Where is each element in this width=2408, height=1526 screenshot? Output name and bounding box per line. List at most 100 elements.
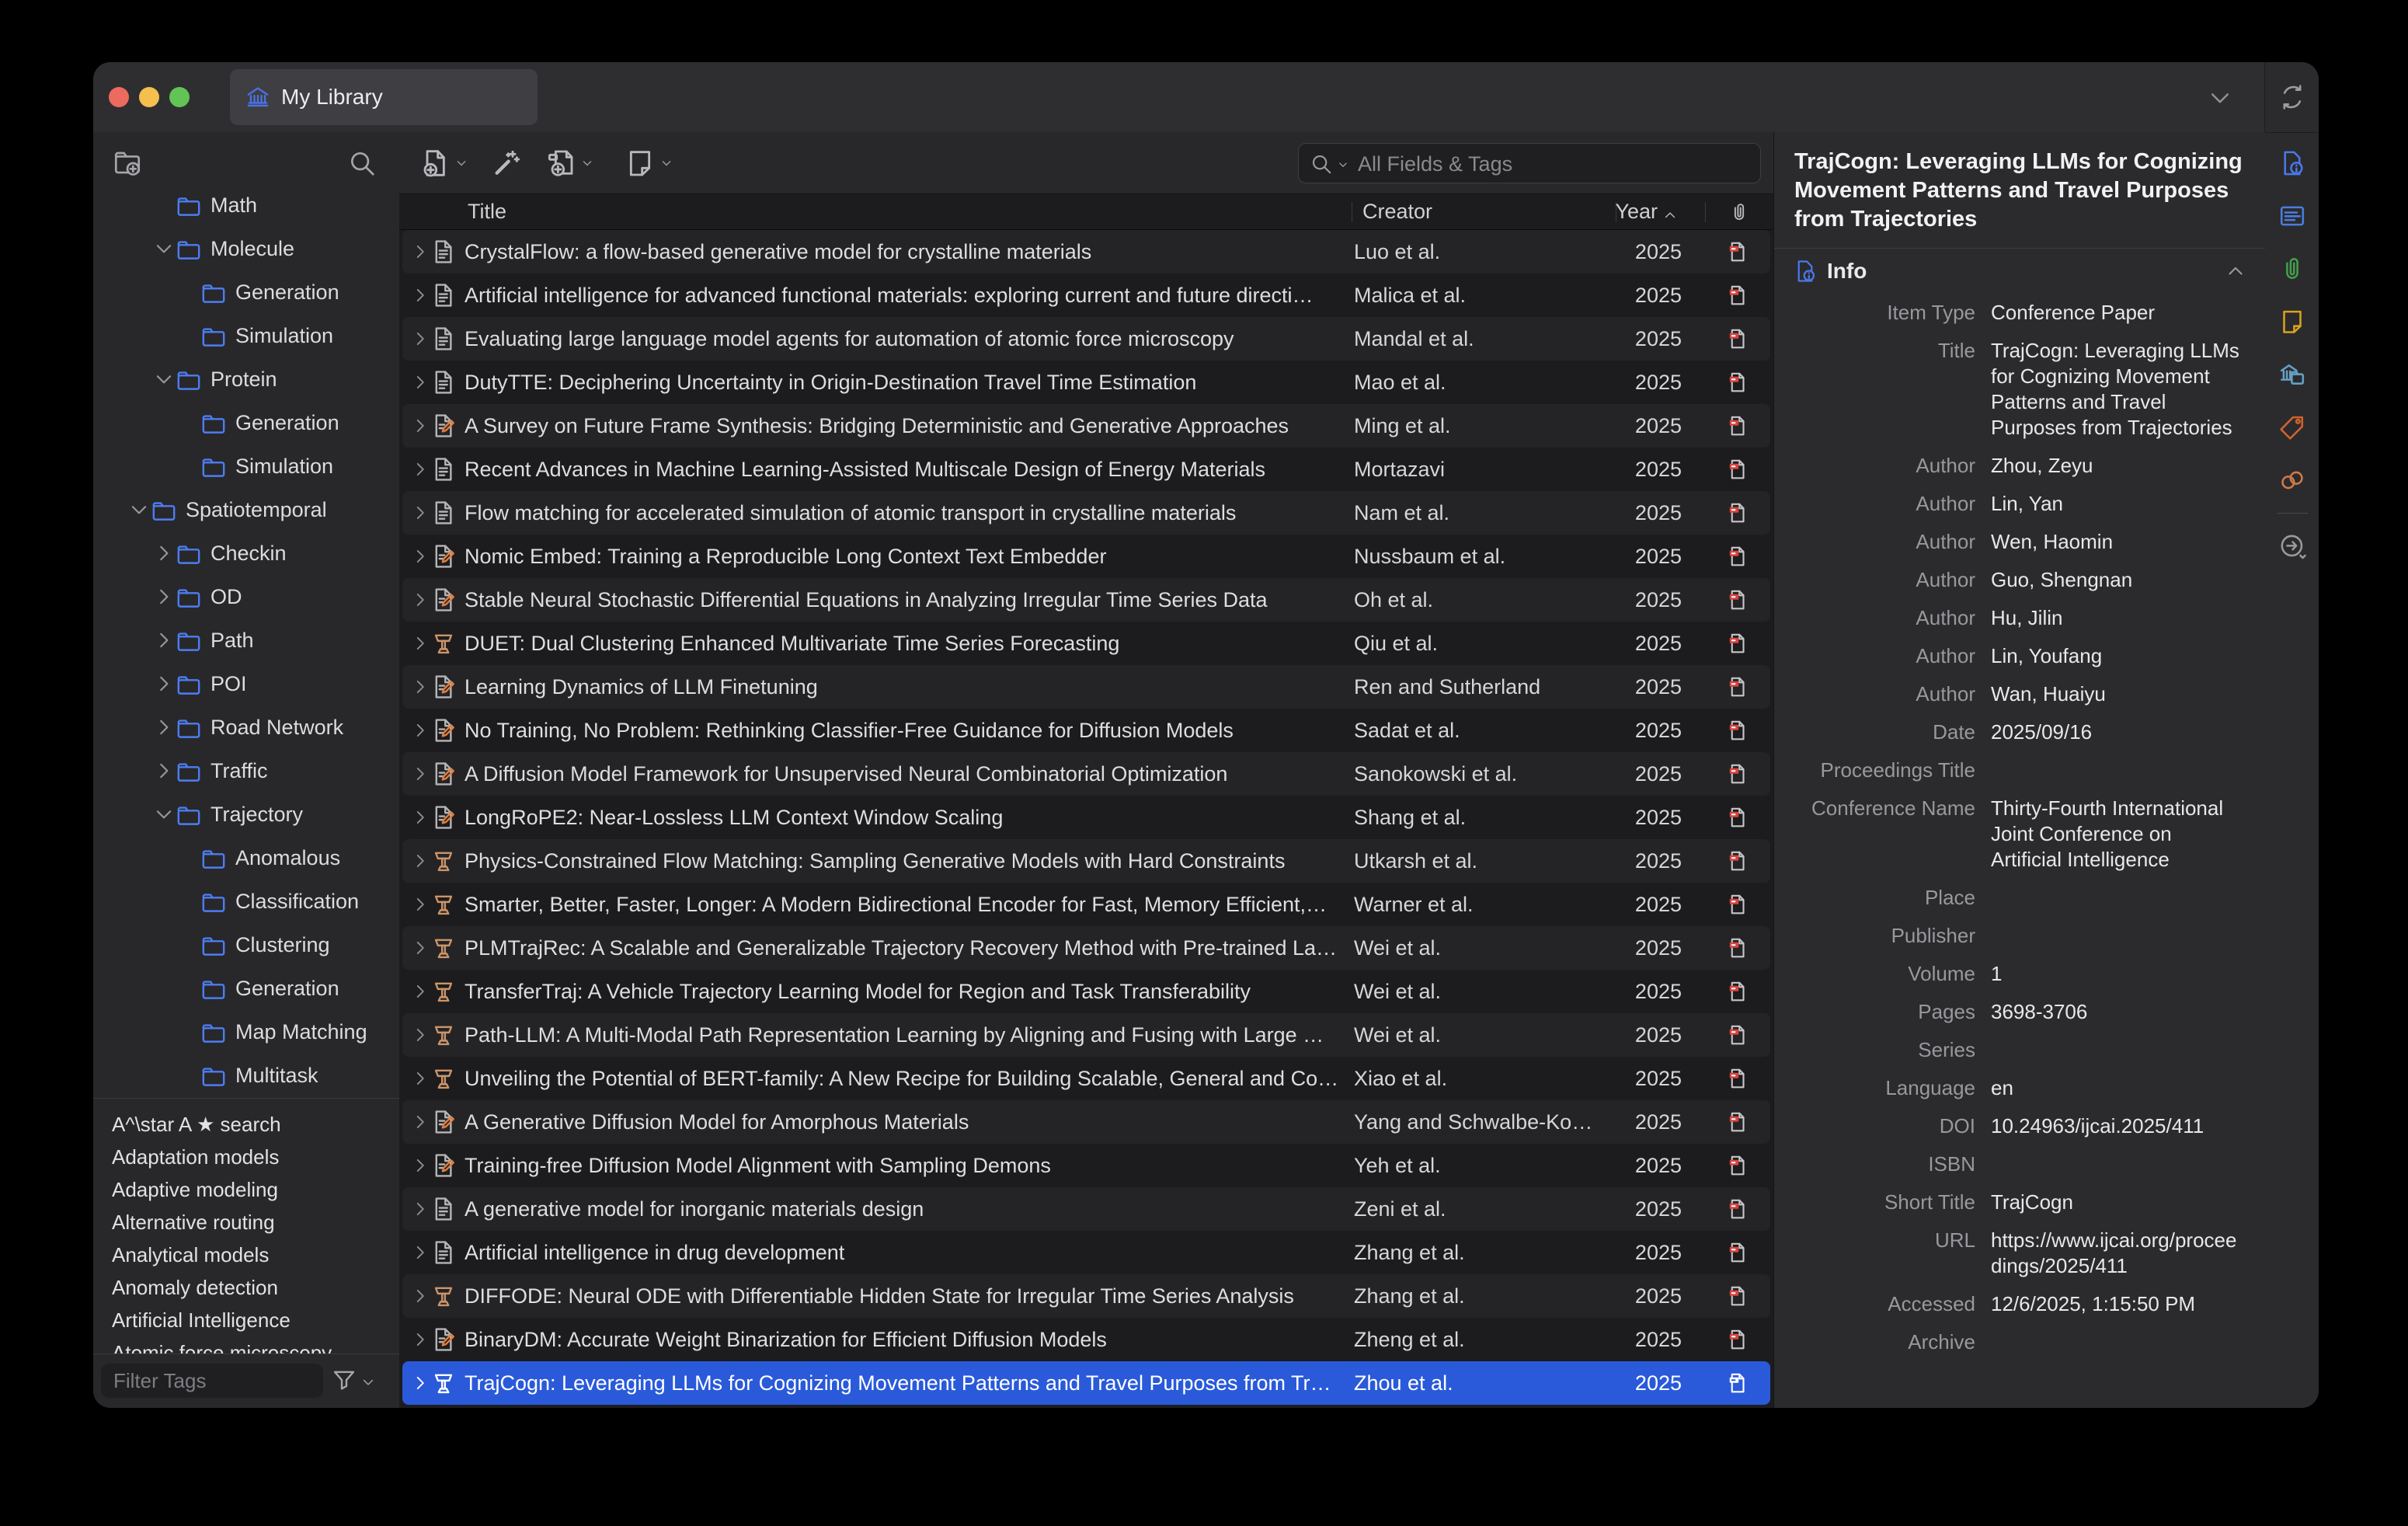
collapse-item-pane-icon[interactable] [2206, 84, 2234, 112]
sidebar-collection-generation[interactable]: Generation [93, 401, 399, 444]
row-twisty-icon[interactable] [410, 1200, 430, 1218]
field-value-proceedings-title[interactable] [1991, 758, 2246, 783]
row-twisty-icon[interactable] [410, 1244, 430, 1261]
item-row[interactable]: LongRoPE2: Near-Lossless LLM Context Win… [402, 796, 1770, 839]
field-value-author[interactable]: Lin, Yan [1991, 491, 2246, 517]
row-twisty-icon[interactable] [410, 678, 430, 695]
item-row[interactable]: Unveiling the Potential of BERT-family: … [402, 1057, 1770, 1100]
tree-twisty-icon[interactable] [152, 587, 176, 607]
row-twisty-icon[interactable] [410, 1113, 430, 1131]
tag-item[interactable]: Alternative routing [93, 1206, 399, 1239]
tag-item[interactable]: Anomaly detection [93, 1271, 399, 1304]
field-value-date[interactable]: 2025/09/16 [1991, 719, 2246, 745]
tree-twisty-icon[interactable] [152, 369, 176, 389]
field-value-series[interactable] [1991, 1037, 2246, 1063]
sidebar-collection-protein[interactable]: Protein [93, 357, 399, 401]
close-button[interactable] [109, 87, 129, 107]
item-row[interactable]: Smarter, Better, Faster, Longer: A Moder… [402, 883, 1770, 926]
tag-item[interactable]: Adaptive modeling [93, 1173, 399, 1206]
pane-tab-libraries-collections-button[interactable] [2265, 348, 2319, 401]
tag-item[interactable]: Artificial Intelligence [93, 1304, 399, 1336]
pane-tab-related-button[interactable] [2265, 454, 2319, 507]
tree-twisty-icon[interactable] [127, 500, 151, 520]
field-value-author[interactable]: Hu, Jilin [1991, 605, 2246, 631]
field-value-place[interactable] [1991, 885, 2246, 911]
sidebar-collection-generation[interactable]: Generation [93, 270, 399, 314]
pane-tab-notes-button[interactable] [2265, 295, 2319, 348]
field-value-volume[interactable]: 1 [1991, 961, 2246, 987]
collapse-section-icon[interactable] [2225, 260, 2246, 282]
sidebar-collection-simulation[interactable]: Simulation [93, 444, 399, 488]
info-section-header[interactable]: Info [1774, 249, 2265, 294]
sidebar-collection-od[interactable]: OD [93, 575, 399, 618]
item-row[interactable]: Artificial intelligence in drug developm… [402, 1231, 1770, 1274]
field-value-author[interactable]: Lin, Youfang [1991, 643, 2246, 669]
row-twisty-icon[interactable] [410, 591, 430, 608]
field-value-short-title[interactable]: TrajCogn [1991, 1190, 2246, 1215]
row-twisty-icon[interactable] [410, 635, 430, 652]
field-value-conference-name[interactable]: Thirty-Fourth International Joint Confer… [1991, 796, 2246, 873]
zoom-button[interactable] [169, 87, 190, 107]
row-twisty-icon[interactable] [410, 504, 430, 521]
item-row[interactable]: Training-free Diffusion Model Alignment … [402, 1144, 1770, 1187]
new-item-button[interactable] [419, 148, 469, 179]
row-twisty-icon[interactable] [410, 1287, 430, 1305]
filter-options-chevron-icon[interactable] [360, 1374, 376, 1390]
item-row[interactable]: TransferTraj: A Vehicle Trajectory Learn… [402, 970, 1770, 1013]
column-header-year[interactable]: Year [1616, 194, 1678, 229]
minimize-button[interactable] [139, 87, 159, 107]
item-row[interactable]: Learning Dynamics of LLM FinetuningRen a… [402, 665, 1770, 709]
sidebar-collection-map-matching[interactable]: Map Matching [93, 1010, 399, 1054]
row-twisty-icon[interactable] [410, 896, 430, 913]
item-row[interactable]: CrystalFlow: a flow-based generative mod… [402, 230, 1770, 273]
sidebar-collection-road-network[interactable]: Road Network [93, 706, 399, 749]
tree-twisty-icon[interactable] [152, 804, 176, 824]
sidebar-collection-checkin[interactable]: Checkin [93, 531, 399, 575]
sidebar-collection-poi[interactable]: POI [93, 662, 399, 706]
row-twisty-icon[interactable] [410, 417, 430, 434]
item-row[interactable]: BinaryDM: Accurate Weight Binarization f… [402, 1318, 1770, 1361]
row-twisty-icon[interactable] [410, 243, 430, 260]
tree-twisty-icon[interactable] [152, 543, 176, 563]
item-row[interactable]: Recent Advances in Machine Learning-Assi… [402, 448, 1770, 491]
field-value-author[interactable]: Zhou, Zeyu [1991, 453, 2246, 479]
row-twisty-icon[interactable] [410, 461, 430, 478]
sidebar-collection-classification[interactable]: Classification [93, 880, 399, 923]
tag-item[interactable]: Atomic force microscopy [93, 1336, 399, 1354]
item-row[interactable]: Artificial intelligence for advanced fun… [402, 273, 1770, 317]
field-value-url[interactable]: https://www.ijcai.org/proceedings/2025/4… [1991, 1228, 2246, 1279]
row-twisty-icon[interactable] [410, 1026, 430, 1043]
item-row[interactable]: DIFFODE: Neural ODE with Differentiable … [402, 1274, 1770, 1318]
item-row[interactable]: A Generative Diffusion Model for Amorpho… [402, 1100, 1770, 1144]
item-row[interactable]: DutyTTE: Deciphering Uncertainty in Orig… [402, 361, 1770, 404]
sync-icon[interactable] [2278, 83, 2306, 111]
sidebar-collection-path[interactable]: Path [93, 618, 399, 662]
sidebar-collection-simulation[interactable]: Simulation [93, 314, 399, 357]
column-header-title[interactable]: Title [468, 194, 506, 229]
field-value-title[interactable]: TrajCogn: Leveraging LLMs for Cognizing … [1991, 338, 2246, 441]
tree-twisty-icon[interactable] [152, 239, 176, 259]
field-value-author[interactable]: Guo, Shengnan [1991, 567, 2246, 593]
item-row[interactable]: Evaluating large language model agents f… [402, 317, 1770, 361]
row-twisty-icon[interactable] [410, 1157, 430, 1174]
sidebar-collection-trajectory[interactable]: Trajectory [93, 793, 399, 836]
sidebar-collection-generation[interactable]: Generation [93, 967, 399, 1010]
row-twisty-icon[interactable] [410, 1070, 430, 1087]
search-scope-chevron-icon[interactable] [1336, 158, 1350, 172]
row-twisty-icon[interactable] [410, 852, 430, 869]
field-value-language[interactable]: en [1991, 1075, 2246, 1101]
item-row[interactable]: A generative model for inorganic materia… [402, 1187, 1770, 1231]
item-row[interactable]: Stable Neural Stochastic Differential Eq… [402, 578, 1770, 622]
row-twisty-icon[interactable] [410, 1331, 430, 1348]
tree-twisty-icon[interactable] [152, 674, 176, 694]
sidebar-collection-anomalous[interactable]: Anomalous [93, 836, 399, 880]
new-note-button[interactable] [625, 148, 674, 179]
locate-button[interactable] [2265, 520, 2319, 573]
filter-tags-input[interactable] [101, 1364, 323, 1398]
item-row[interactable]: DUET: Dual Clustering Enhanced Multivari… [402, 622, 1770, 665]
sidebar-collection-traffic[interactable]: Traffic [93, 749, 399, 793]
column-header-creator[interactable]: Creator [1362, 194, 1432, 229]
field-value-pages[interactable]: 3698-3706 [1991, 999, 2246, 1025]
field-value-archive[interactable] [1991, 1329, 2246, 1355]
pane-tab-item-info-button[interactable] [2265, 137, 2319, 190]
